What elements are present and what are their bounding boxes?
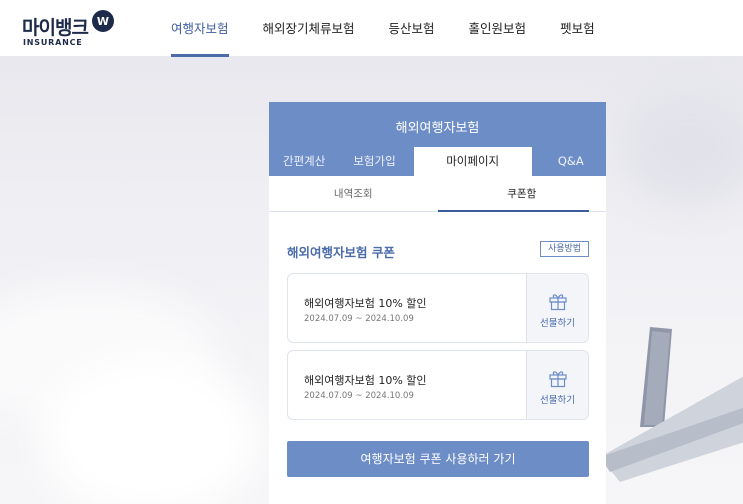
- gift-button-label: 선물하기: [540, 395, 575, 406]
- coupon-card: 해외여행자보험 10% 할인 2024.07.09 ~ 2024.10.09 선…: [287, 350, 589, 420]
- coupon-section-title: 해외여행자보험 쿠폰: [287, 245, 395, 260]
- use-coupon-button[interactable]: 여행자보험 쿠폰 사용하러 가기: [287, 441, 589, 477]
- panel-header: 해외여행자보험 간편계산 보험가입 마이페이지 Q&A: [269, 102, 606, 176]
- panel-title: 해외여행자보험: [395, 121, 480, 136]
- logo-subtitle: INSURANCE: [23, 38, 83, 47]
- gift-icon: [549, 371, 567, 388]
- how-to-use-button[interactable]: 사용방법: [540, 241, 589, 257]
- site-header: 마이뱅크 W INSURANCE 여행자보험 해외장기체류보험 등산보험 홀인원…: [0, 0, 743, 57]
- coupon-period: 2024.07.09 ~ 2024.10.09: [304, 314, 414, 324]
- subtab-history[interactable]: 내역조회: [269, 176, 438, 211]
- nav-item-hiking-insurance[interactable]: 등산보험: [389, 0, 435, 57]
- coupon-name: 해외여행자보험 10% 할인: [304, 297, 427, 310]
- panel-tabs: 간편계산 보험가입 마이페이지 Q&A: [269, 147, 606, 176]
- logo[interactable]: 마이뱅크 W INSURANCE: [22, 10, 122, 48]
- gift-button[interactable]: 선물하기: [526, 351, 588, 419]
- gift-button-label: 선물하기: [540, 318, 575, 329]
- tab-qna[interactable]: Q&A: [536, 147, 606, 176]
- gift-button[interactable]: 선물하기: [526, 274, 588, 342]
- logo-mark-icon: W: [92, 10, 114, 32]
- coupon-name: 해외여행자보험 10% 할인: [304, 374, 427, 387]
- logo-text: 마이뱅크: [22, 17, 89, 39]
- nav-item-travel-insurance[interactable]: 여행자보험: [171, 0, 229, 57]
- tab-mypage[interactable]: 마이페이지: [413, 147, 532, 176]
- insurance-panel: 해외여행자보험 간편계산 보험가입 마이페이지 Q&A 내역조회 쿠폰함 해외여…: [269, 102, 606, 504]
- nav-item-long-stay-insurance[interactable]: 해외장기체류보험: [263, 0, 355, 57]
- tab-signup[interactable]: 보험가입: [339, 147, 409, 176]
- coupon-period: 2024.07.09 ~ 2024.10.09: [304, 391, 414, 401]
- nav-item-pet-insurance[interactable]: 펫보험: [560, 0, 595, 57]
- subtabs: 내역조회 쿠폰함: [269, 176, 606, 212]
- subtab-coupons[interactable]: 쿠폰함: [438, 176, 607, 211]
- nav-item-hole-in-one-insurance[interactable]: 홀인원보험: [469, 0, 527, 57]
- coupon-card: 해외여행자보험 10% 할인 2024.07.09 ~ 2024.10.09 선…: [287, 273, 589, 343]
- airplane-wing-image: [600, 327, 743, 482]
- subtab-active-indicator: [438, 210, 589, 212]
- gift-icon: [549, 294, 567, 311]
- tab-quick-calc[interactable]: 간편계산: [269, 147, 339, 176]
- main-nav: 여행자보험 해외장기체류보험 등산보험 홀인원보험 펫보험: [171, 0, 629, 57]
